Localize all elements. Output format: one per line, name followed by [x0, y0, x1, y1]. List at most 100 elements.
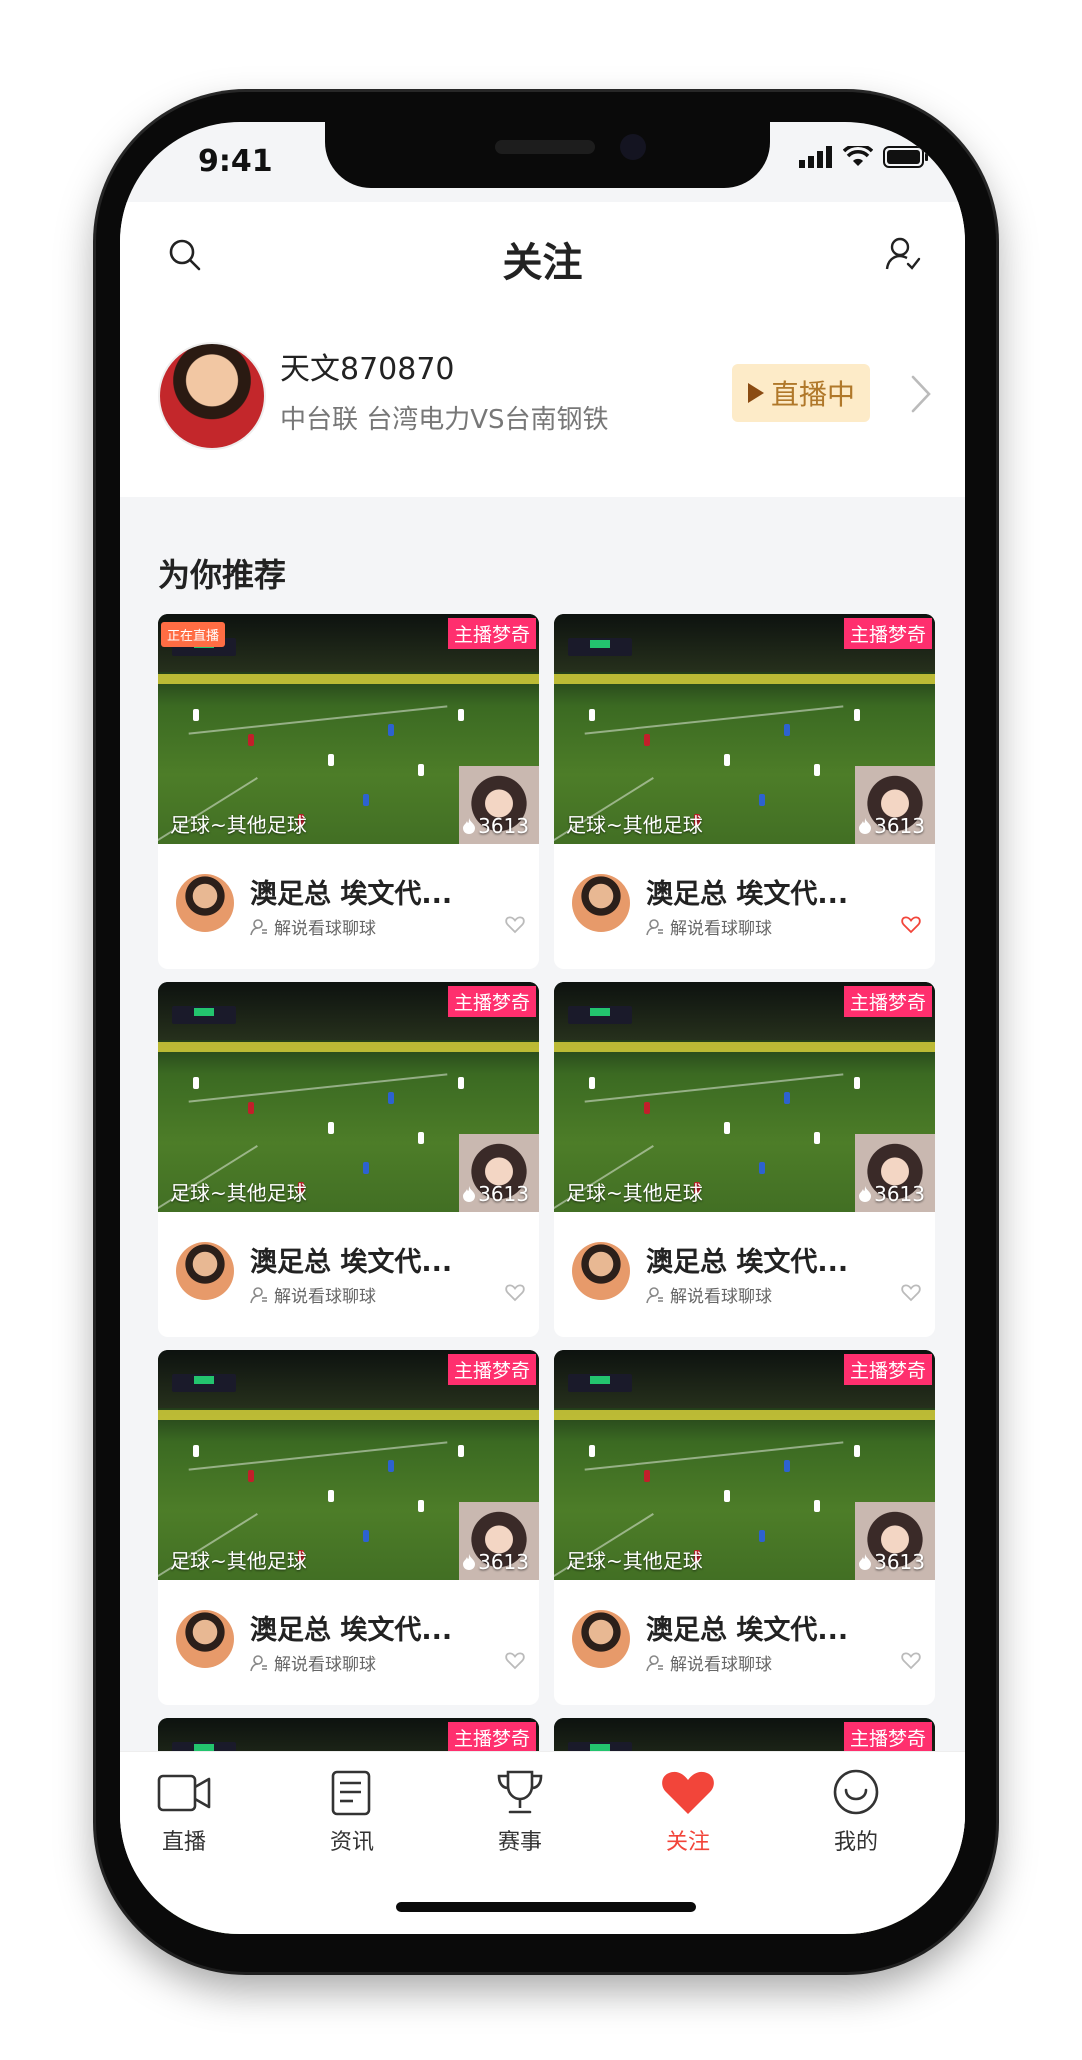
- stream-title: 澳足总 埃文代...: [646, 1247, 849, 1278]
- user-icon: [250, 1654, 267, 1671]
- player: [328, 754, 334, 766]
- app-screen: 9:41 关注 天文870870 中台联 台湾电力VS台南钢铁 直播中 为你推荐: [120, 122, 965, 1934]
- tab-matches[interactable]: 赛事: [460, 1768, 580, 1856]
- player: [784, 1460, 790, 1472]
- fire-icon: [859, 818, 872, 834]
- stream-card[interactable]: 主播梦奇 足球~其他足球 3613 澳足总 埃文代... 解说看球聊球: [554, 982, 935, 1337]
- status-time: 9:41: [198, 144, 273, 179]
- stream-thumbnail[interactable]: 主播梦奇 足球~其他足球 3613: [554, 614, 935, 844]
- avatar[interactable]: [572, 1610, 630, 1668]
- fire-icon: [859, 1554, 872, 1570]
- avatar[interactable]: [176, 1242, 234, 1300]
- like-heart-icon[interactable]: [505, 916, 525, 938]
- heat-value: 3613: [874, 1182, 925, 1206]
- stream-card[interactable]: 主播梦奇 足球~其他足球 3613 澳足总 埃文代... 解说看球聊球: [158, 982, 539, 1337]
- stream-thumbnail[interactable]: 正在直播 主播梦奇 足球~其他足球 3613: [158, 614, 539, 844]
- player: [363, 794, 369, 806]
- home-indicator[interactable]: [396, 1902, 696, 1912]
- stream-category: 足球~其他足球: [566, 1181, 703, 1205]
- status-icons: [799, 146, 929, 168]
- like-heart-icon[interactable]: [901, 1284, 921, 1306]
- tab-label: 资讯: [329, 1830, 374, 1855]
- player: [458, 1077, 464, 1089]
- user-icon: [250, 1286, 267, 1303]
- player: [388, 724, 394, 736]
- scoreboard: [568, 1006, 632, 1024]
- stream-thumbnail[interactable]: 主播梦奇 足球~其他足球 3613: [554, 1350, 935, 1580]
- fire-icon: [463, 818, 476, 834]
- player: [388, 1460, 394, 1472]
- fire-icon: [463, 1554, 476, 1570]
- stream-thumbnail[interactable]: 主播梦奇 足球~其他足球 3613: [158, 1350, 539, 1580]
- player: [589, 709, 595, 721]
- player: [418, 764, 424, 776]
- avatar[interactable]: [176, 874, 234, 932]
- live-status-badge[interactable]: 直播中: [732, 364, 870, 422]
- avatar[interactable]: [572, 1242, 630, 1300]
- stream-title: 澳足总 埃文代...: [250, 1247, 453, 1278]
- avatar[interactable]: [176, 1610, 234, 1668]
- stream-subtitle: 解说看球聊球: [250, 1282, 376, 1307]
- heat-count: 3613: [858, 814, 925, 838]
- news-document-icon: [331, 1770, 371, 1816]
- speaker-grille: [495, 140, 595, 154]
- tab-live[interactable]: 直播: [124, 1768, 244, 1856]
- tab-label: 赛事: [497, 1830, 542, 1855]
- stream-category: 足球~其他足球: [170, 1181, 307, 1205]
- player: [854, 1445, 860, 1457]
- like-heart-icon[interactable]: [901, 1652, 921, 1674]
- player: [589, 1077, 595, 1089]
- stream-thumbnail[interactable]: 主播梦奇 足球~其他足球 3613: [554, 982, 935, 1212]
- like-heart-icon[interactable]: [505, 1284, 525, 1306]
- player: [589, 1445, 595, 1457]
- fire-icon: [463, 1186, 476, 1202]
- tab-news[interactable]: 资讯: [292, 1768, 412, 1856]
- stream-title: 澳足总 埃文代...: [646, 1615, 849, 1646]
- player: [193, 1077, 199, 1089]
- stream-category: 足球~其他足球: [170, 1549, 307, 1573]
- chevron-right-icon[interactable]: [910, 374, 932, 418]
- tab-label: 我的: [833, 1830, 878, 1855]
- stream-subtitle-text: 解说看球聊球: [670, 1287, 772, 1307]
- user-icon: [646, 918, 663, 935]
- stream-card[interactable]: 正在直播 主播梦奇 足球~其他足球 3613 澳足总 埃文代... 解说看球聊球: [158, 614, 539, 969]
- stream-card[interactable]: 主播梦奇 足球~其他足球 3613 澳足总 埃文代... 解说看球聊球: [554, 614, 935, 969]
- scoreboard: [172, 1006, 236, 1024]
- player: [458, 709, 464, 721]
- page-title: 关注: [502, 240, 583, 286]
- tab-label: 直播: [161, 1830, 206, 1855]
- avatar[interactable]: [572, 874, 630, 932]
- stream-thumbnail[interactable]: 主播梦奇 足球~其他足球 3613: [158, 982, 539, 1212]
- pitch-line: [584, 705, 844, 735]
- user-check-icon[interactable]: [885, 236, 921, 276]
- battery-icon: [883, 146, 928, 168]
- scoreboard: [568, 638, 632, 656]
- like-heart-icon[interactable]: [901, 916, 921, 938]
- tab-me[interactable]: 我的: [796, 1768, 916, 1856]
- host-badge: 主播梦奇: [843, 1722, 932, 1753]
- host-badge: 主播梦奇: [447, 1722, 536, 1753]
- ad-board: [554, 1410, 935, 1420]
- like-heart-icon[interactable]: [505, 1652, 525, 1674]
- stream-card[interactable]: 主播梦奇 足球~其他足球 3613 澳足总 埃文代... 解说看球聊球: [158, 1350, 539, 1705]
- stream-subtitle-text: 解说看球聊球: [274, 1287, 376, 1307]
- followed-streamer-row[interactable]: 天文870870 中台联 台湾电力VS台南钢铁 直播中: [120, 322, 965, 497]
- stream-card[interactable]: 主播梦奇 足球~其他足球 3613 澳足总 埃文代... 解说看球聊球: [554, 1350, 935, 1705]
- user-icon: [646, 1654, 663, 1671]
- live-status-label: 直播中: [770, 378, 855, 411]
- player: [418, 1132, 424, 1144]
- player: [363, 1162, 369, 1174]
- player: [814, 764, 820, 776]
- player: [784, 1092, 790, 1104]
- player: [193, 709, 199, 721]
- stream-title: 澳足总 埃文代...: [250, 879, 453, 910]
- heat-value: 3613: [478, 814, 529, 838]
- player: [458, 1445, 464, 1457]
- avatar[interactable]: [158, 342, 266, 450]
- player: [248, 1102, 254, 1114]
- player: [854, 709, 860, 721]
- tab-follow[interactable]: 关注: [628, 1768, 748, 1856]
- notch: [325, 122, 770, 188]
- player: [248, 734, 254, 746]
- streamer-name: 天文870870: [280, 352, 455, 387]
